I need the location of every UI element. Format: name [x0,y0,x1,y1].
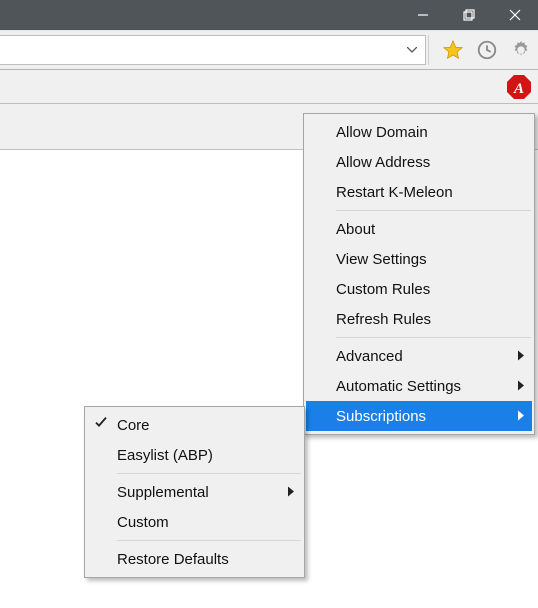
chevron-down-icon [407,47,417,53]
url-bar[interactable] [0,35,426,65]
menu-separator [336,210,531,211]
shortcut-bar: A [0,70,538,104]
menu-allow-address[interactable]: Allow Address [306,147,532,177]
menu-allow-domain[interactable]: Allow Domain [306,117,532,147]
submenu-supplemental[interactable]: Supplemental [87,477,302,507]
menu-view-settings[interactable]: View Settings [306,244,532,274]
menu-subscriptions[interactable]: Subscriptions [306,401,532,431]
menu-custom-rules[interactable]: Custom Rules [306,274,532,304]
menu-label: Restart K-Meleon [336,184,453,201]
favorites-button[interactable] [437,34,469,66]
menu-restart[interactable]: Restart K-Meleon [306,177,532,207]
menu-label: Custom [117,514,169,531]
submenu-restore-defaults[interactable]: Restore Defaults [87,544,302,574]
submenu-arrow-icon [288,484,294,501]
check-icon [95,416,107,433]
toolbar-separator [428,35,434,65]
adblock-context-menu: Allow Domain Allow Address Restart K-Mel… [303,113,535,435]
subscriptions-submenu: Core Easylist (ABP) Supplemental Custom … [84,406,305,578]
maximize-button[interactable] [446,0,492,30]
menu-automatic-settings[interactable]: Automatic Settings [306,371,532,401]
menu-label: Core [117,417,150,434]
submenu-easylist[interactable]: Easylist (ABP) [87,440,302,470]
menu-separator [336,337,531,338]
close-button[interactable] [492,0,538,30]
menu-label: Restore Defaults [117,551,229,568]
menu-label: Supplemental [117,484,209,501]
menu-advanced[interactable]: Advanced [306,341,532,371]
menu-label: Subscriptions [336,408,426,425]
menu-label: Advanced [336,348,403,365]
gear-icon [510,39,532,61]
submenu-arrow-icon [518,348,524,365]
menu-label: Refresh Rules [336,311,431,328]
close-icon [509,9,521,21]
settings-button[interactable] [505,34,537,66]
star-icon [442,39,464,61]
svg-text:A: A [513,81,524,97]
adblock-button[interactable]: A [506,74,532,100]
menu-separator [117,540,301,541]
submenu-arrow-icon [518,408,524,425]
submenu-custom[interactable]: Custom [87,507,302,537]
menu-separator [117,473,301,474]
menu-label: View Settings [336,251,427,268]
toolbar [0,30,538,70]
menu-about[interactable]: About [306,214,532,244]
menu-label: Allow Domain [336,124,428,141]
submenu-core[interactable]: Core [87,410,302,440]
url-dropdown-button[interactable] [403,36,421,64]
clock-icon [476,39,498,61]
adblock-icon: A [506,74,532,100]
menu-label: Easylist (ABP) [117,447,213,464]
submenu-arrow-icon [518,378,524,395]
minimize-button[interactable] [400,0,446,30]
menu-refresh-rules[interactable]: Refresh Rules [306,304,532,334]
menu-label: Allow Address [336,154,430,171]
history-button[interactable] [471,34,503,66]
titlebar [0,0,538,30]
minimize-icon [417,9,429,21]
menu-label: About [336,221,375,238]
menu-label: Custom Rules [336,281,430,298]
maximize-icon [463,9,475,21]
menu-label: Automatic Settings [336,378,461,395]
